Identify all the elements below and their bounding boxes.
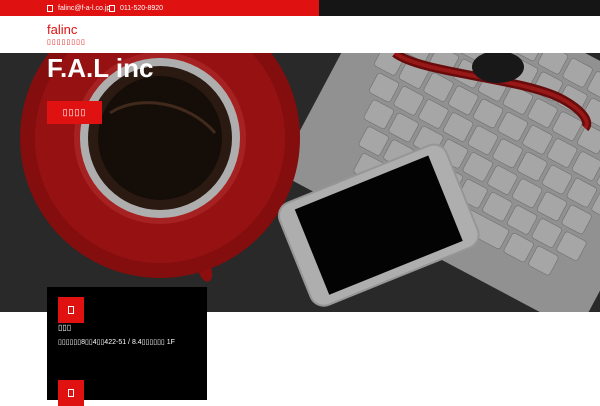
envelope-icon [47, 4, 53, 12]
contact-email[interactable]: falinc@f-a-l.co.jp [47, 0, 110, 16]
clock-icon [58, 380, 84, 406]
hero-background-image [0, 53, 600, 312]
info-address: ▯▯▯▯▯▯8▯▯4▯▯422-51 / 8.4▯▯▯▯▯▯ 1F [58, 339, 175, 346]
top-contact-bar: falinc@f-a-l.co.jp 011-520-8920 [0, 0, 600, 16]
hero-cta-button[interactable]: ▯▯▯▯ [47, 101, 102, 124]
site-logo[interactable]: falinc [47, 23, 77, 37]
site-tagline: ▯▯▯▯▯▯▯▯ [47, 39, 86, 46]
email-text: falinc@f-a-l.co.jp [58, 4, 111, 12]
phone-icon [109, 4, 115, 12]
phone-text: 011-520-8920 [120, 4, 164, 12]
hero-title: F.A.L inc [47, 53, 154, 83]
info-heading: ▯▯▯ [58, 323, 72, 332]
site-header: falinc ▯▯▯▯▯▯▯▯ [0, 16, 600, 53]
map-pin-icon [58, 297, 84, 323]
contact-phone[interactable]: 011-520-8920 [109, 0, 163, 16]
hero-banner: F.A.L inc ▯▯▯▯ [0, 53, 600, 312]
company-info-box: ▯▯▯ ▯▯▯▯▯▯8▯▯4▯▯422-51 / 8.4▯▯▯▯▯▯ 1F [47, 287, 207, 406]
